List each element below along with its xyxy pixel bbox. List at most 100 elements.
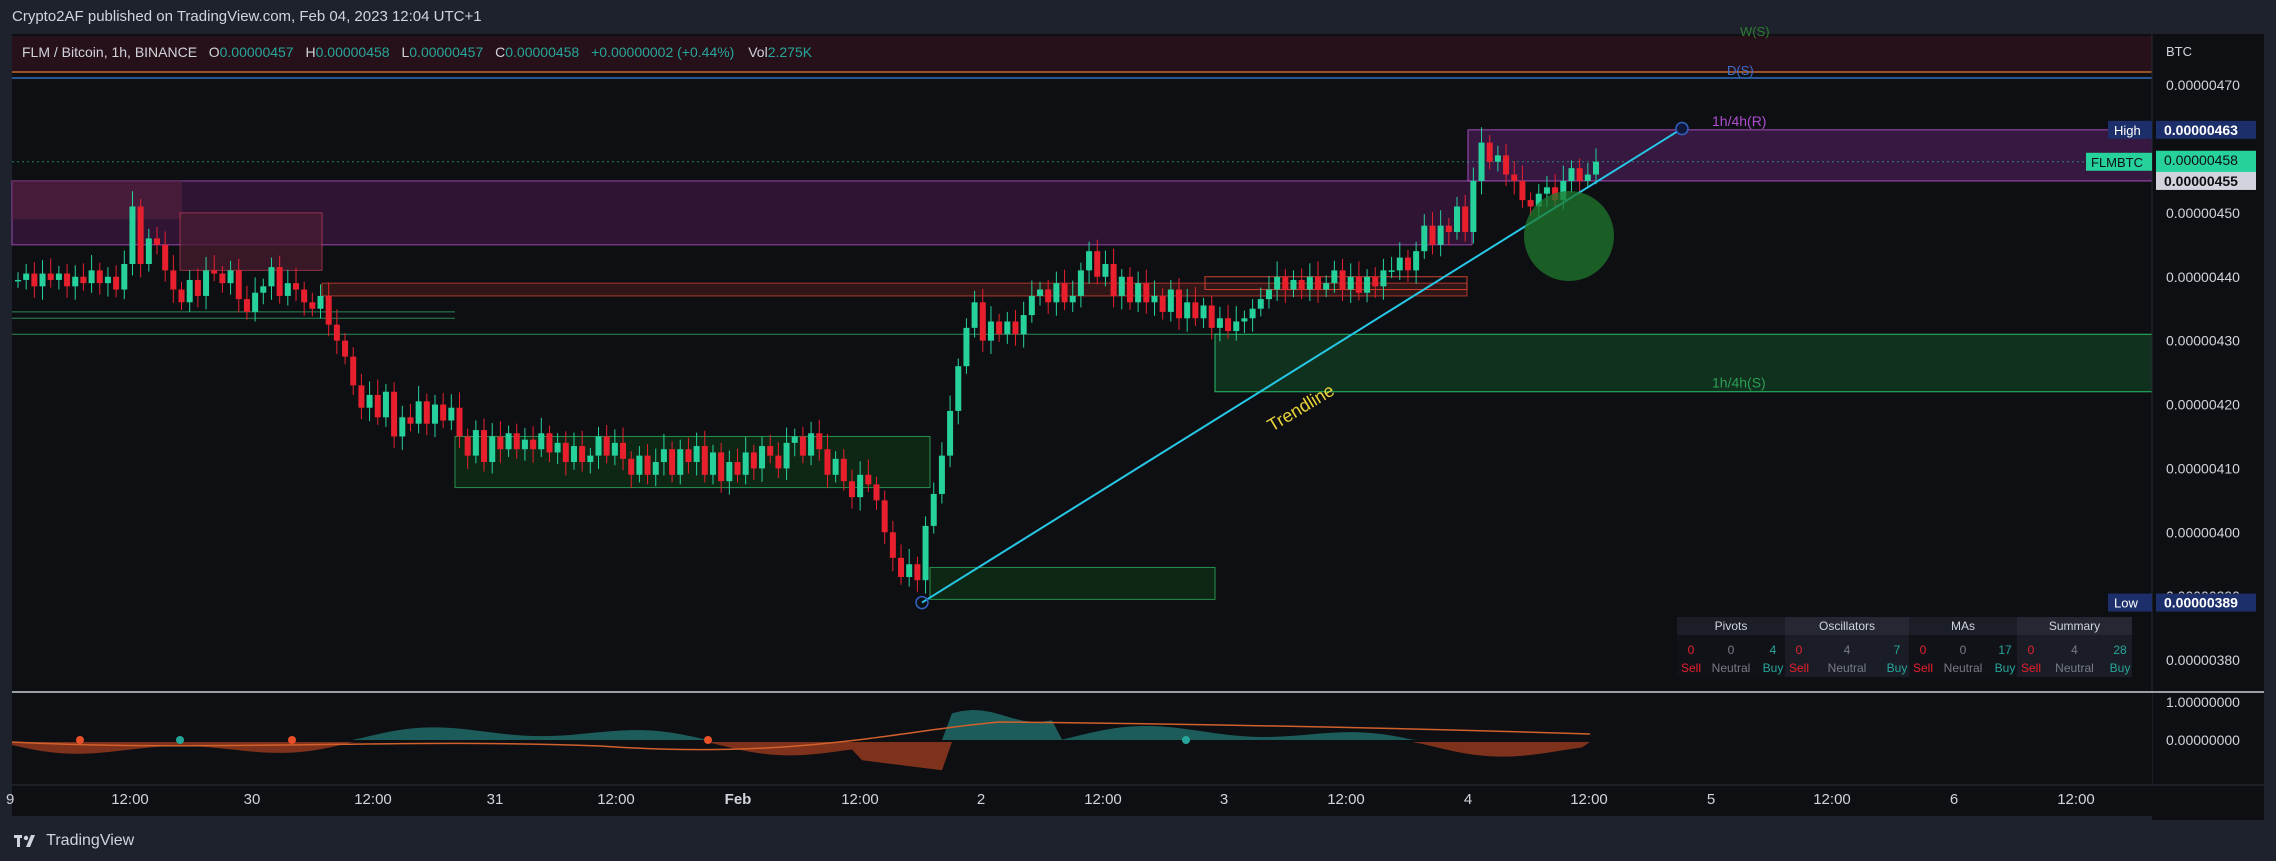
candle-body [153,238,160,245]
candle-body [1404,257,1411,271]
candle [1012,309,1019,346]
candle [1094,239,1101,285]
candle-body [652,462,659,475]
candle-body [1364,276,1371,293]
price-chart[interactable]: W(S)D(S)1h/4h(R)1h/4h(S) Trendline BTC0.… [0,0,2276,861]
candle [23,263,30,290]
tech-sell-label: Sell [1913,661,1933,675]
candle-body [1576,168,1583,181]
high-tag-label: High [2114,123,2141,138]
osc-dot [1182,736,1190,744]
candle [113,265,120,298]
candle [1249,299,1256,332]
candle-body [456,407,463,437]
candle-body [1511,174,1518,181]
candle [930,482,937,534]
candle [391,382,398,448]
price-tick: 0.00000400 [2166,524,2240,540]
candle-body [636,455,643,475]
candle [178,281,185,310]
candle-body [64,273,71,287]
candle [1135,271,1142,312]
candle-body [448,407,455,421]
candle-body [1028,295,1035,316]
candle-body [620,442,627,459]
time-tick: 6 [1950,791,1958,808]
tech-buy-count: 7 [1894,643,1901,657]
candle [971,290,978,338]
candle [399,405,406,450]
tech-neutral-label: Neutral [1944,661,1983,675]
price-tick: 0.00000410 [2166,460,2240,476]
candle-body [726,462,733,482]
candle-body [88,270,95,284]
candle [431,394,438,438]
candle-body [104,276,111,284]
candle-body [1339,270,1346,290]
candle-body [579,446,586,463]
candle-body [750,452,757,469]
zones-layer: W(S) D(S) 1h/4h(R) 1h/4h(S) [11,24,2153,600]
candle-body [243,299,250,312]
candle [260,278,267,305]
trendline-end-handle [1675,121,1689,136]
candle-body [955,366,962,411]
candle-body [505,433,512,450]
candle-body [170,270,177,290]
candle-body [660,449,667,463]
candle-body [55,273,62,280]
candle [292,267,299,302]
candle [1086,241,1093,284]
candle [15,272,21,288]
candle [31,262,38,298]
candle-body [1233,321,1240,332]
candle-body [292,283,299,290]
candle [194,268,201,308]
time-tick: 12:00 [597,791,635,808]
legend-vol: 2.275K [767,44,813,60]
candle [1315,261,1322,303]
candle [80,263,87,291]
candle-body [358,385,365,408]
tech-neutral-count: 0 [1728,643,1735,657]
tech-neutral-label: Neutral [2055,661,2094,675]
candle-body [889,532,896,558]
candle [342,332,349,365]
last-price-value: 0.00000458 [2164,152,2238,168]
candle-body [1355,276,1362,293]
candle-body [431,404,438,424]
candle [1347,263,1354,303]
candle [1200,297,1207,328]
time-tick: 31 [487,791,504,808]
candle-body [1151,295,1158,303]
time-tick: 12:00 [1813,791,1851,808]
candle-body [268,267,275,287]
candle-body [865,474,872,485]
zone-r-label: 1h/4h(R) [1712,113,1766,129]
candle-body [1135,283,1142,303]
tech-sell-label: Sell [1789,661,1809,675]
candle [407,403,414,432]
high-tag-value: 0.00000463 [2164,122,2238,138]
candle-body [554,442,561,453]
candle-body [489,436,496,463]
candle [350,347,357,395]
candle-body [440,404,447,421]
tech-sell-label: Sell [1681,661,1701,675]
legend-vol-label: Vol [748,44,768,60]
candle-body [898,557,905,578]
candle-body [1519,180,1526,201]
candle-body [1159,295,1166,312]
retest-highlight [1524,191,1614,281]
candle-body [1543,187,1550,194]
candle-body [1045,289,1052,303]
time-tick: 4 [1464,791,1472,808]
legend-open: 0.00000457 [219,44,294,60]
candle-body [693,446,700,463]
candle [947,395,954,468]
candle-body [464,436,471,456]
tradingview-logo-icon [14,834,35,847]
candle-body [1061,283,1068,303]
candle-body [1593,161,1599,175]
candle-body [129,206,136,264]
